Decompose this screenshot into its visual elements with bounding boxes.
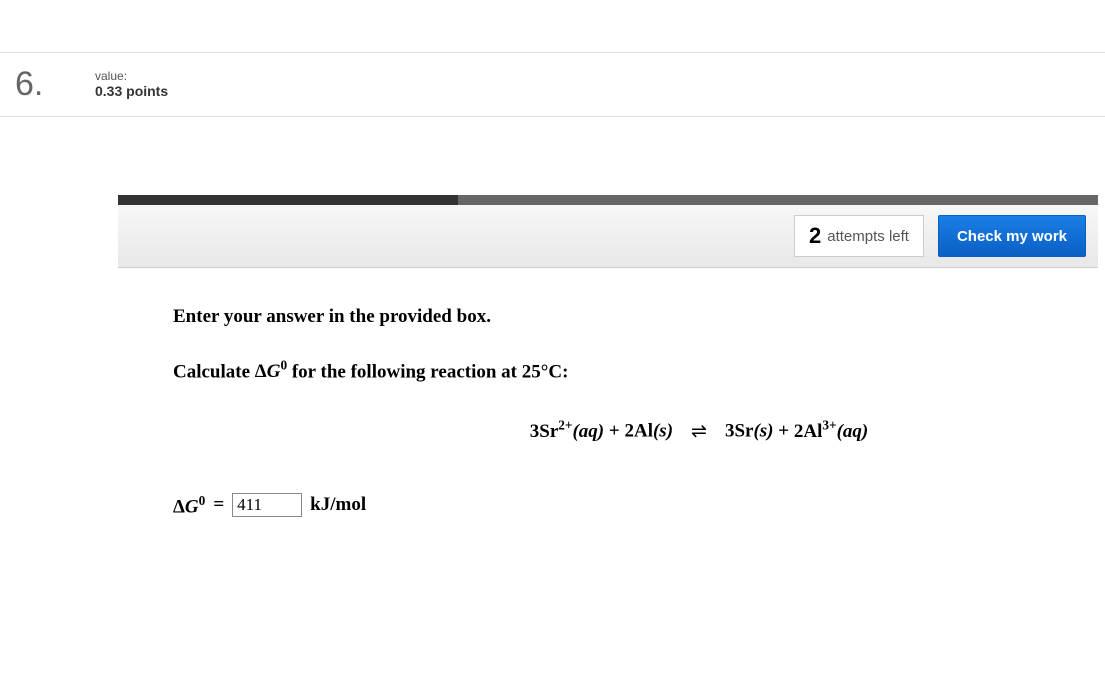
attempts-text: attempts left [827,228,909,245]
lhs-species-1: 3Sr2+(aq) [530,421,604,442]
question-body: Enter your answer in the provided box. C… [118,268,1105,518]
toolbar: 2 attempts left Check my work [118,205,1098,268]
instruction-text: Enter your answer in the provided box. [173,306,1105,328]
delta-g-symbol: ΔG0 [255,361,287,382]
attempts-box: 2 attempts left [794,215,924,257]
calc-suffix: for the following reaction at 25°C: [287,361,568,382]
value-block: value: 0.33 points [95,65,168,99]
content-wrapper: 2 attempts left Check my work Enter your… [0,195,1105,518]
question-number: 6. [10,65,95,104]
chemical-reaction: 3Sr2+(aq) + 2Al(s)⇌3Sr(s) + 2Al3+(aq) [293,417,1105,442]
check-my-work-button[interactable]: Check my work [938,215,1086,257]
equilibrium-arrow: ⇌ [673,421,725,442]
lhs-species-2: 2Al(s) [624,421,673,442]
accent-bar [118,195,1098,205]
answer-input[interactable] [232,493,302,517]
answer-line: ΔG0 = kJ/mol [173,493,1105,518]
value-label: value: [95,69,168,83]
unit-label: kJ/mol [310,494,366,516]
calc-prefix: Calculate [173,361,255,382]
delta-g-answer-symbol: ΔG0 [173,493,205,518]
equals-sign: = [213,494,224,516]
question-header: 6. value: 0.33 points [0,52,1105,117]
calculate-prompt: Calculate ΔG0 for the following reaction… [173,358,1105,383]
rhs-species-2: 2Al3+(aq) [794,421,868,442]
rhs-species-1: 3Sr(s) [725,421,774,442]
value-points: 0.33 points [95,83,168,99]
attempts-count: 2 [809,223,821,249]
